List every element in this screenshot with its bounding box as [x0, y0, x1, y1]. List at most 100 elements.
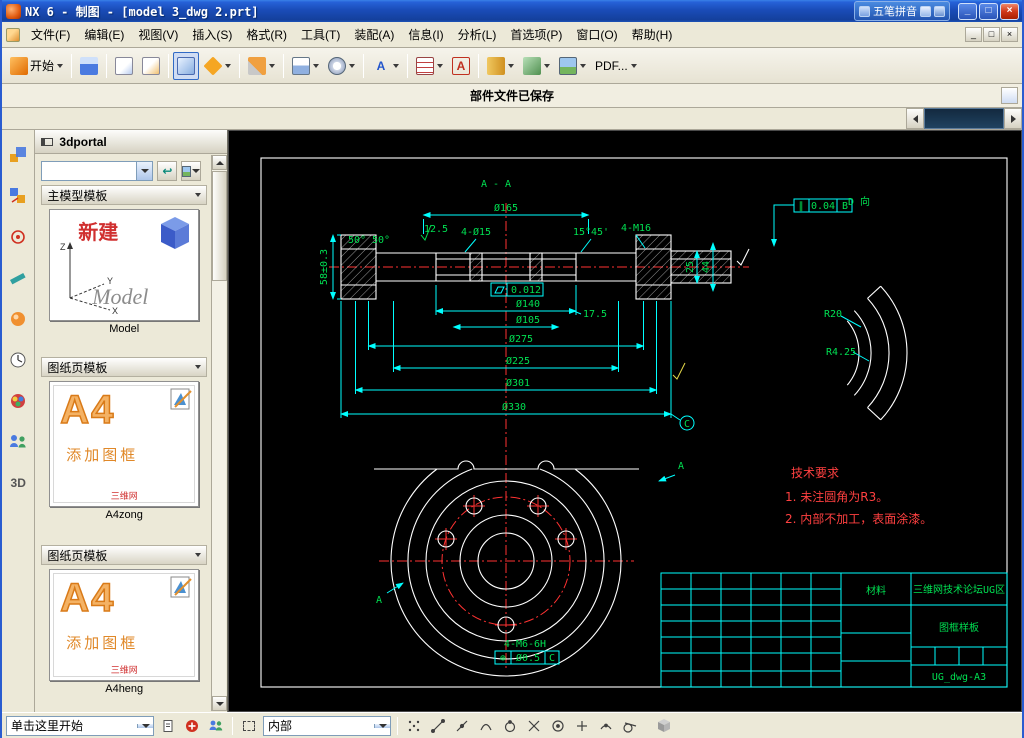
menu-help[interactable]: 帮助(H) [625, 22, 680, 47]
new-sheet-button[interactable] [111, 52, 137, 80]
template-a4heng-card[interactable]: A4 添加图框 三维网 [49, 569, 200, 681]
ime-grid-icon[interactable] [859, 5, 870, 17]
menu-edit[interactable]: 编辑(E) [77, 22, 131, 47]
fcf-pos-ref: C [549, 653, 555, 664]
curve-button[interactable] [244, 52, 279, 80]
edit-sheet-button[interactable] [138, 52, 164, 80]
pdf-button[interactable]: PDF... [591, 52, 641, 80]
palette-tab[interactable] [5, 388, 31, 414]
palette-scrollbar[interactable] [211, 155, 227, 711]
window-layout-button[interactable] [76, 52, 102, 80]
combo-arrow-button[interactable] [137, 723, 153, 728]
mdi-close-button[interactable]: × [1001, 27, 1018, 42]
snap-point-button[interactable] [572, 716, 592, 736]
menu-assemblies[interactable]: 装配(A) [347, 22, 401, 47]
dim-d275: Ø275 [509, 333, 533, 345]
sphere-icon [11, 312, 26, 326]
cue-combo[interactable]: 单击这里开始 [6, 715, 154, 736]
snap-point-on-curve-button[interactable] [596, 716, 616, 736]
palette-preview-button[interactable] [181, 161, 202, 181]
scope-combo[interactable]: 内部 [263, 715, 391, 736]
snap-endpoint-button[interactable] [428, 716, 448, 736]
menu-file[interactable]: 文件(F) [24, 22, 77, 47]
constraint-navigator-tab[interactable] [5, 183, 31, 209]
menu-information[interactable]: 信息(I) [401, 22, 450, 47]
combo-arrow-button[interactable] [136, 162, 153, 180]
prompt-corner-icon[interactable] [1001, 87, 1018, 104]
restore-button[interactable]: □ [979, 2, 998, 20]
chevron-down-icon [140, 169, 149, 173]
ime-settings-icon[interactable] [934, 5, 945, 17]
datum-button[interactable] [200, 52, 235, 80]
reuse-library-tab[interactable] [5, 265, 31, 291]
part-navigator-tab[interactable] [5, 224, 31, 250]
ime-mode-icon[interactable] [920, 5, 931, 17]
dimension-button[interactable] [483, 52, 518, 80]
section-view-button[interactable] [324, 52, 359, 80]
menu-view[interactable]: 视图(V) [131, 22, 185, 47]
drawing-canvas[interactable]: A - A Ø165 12.5 4-Ø15 15°45' 4-M16 50° 5… [229, 131, 1023, 713]
scroll-left-button[interactable] [906, 108, 924, 129]
note-button[interactable]: A [448, 52, 474, 80]
menu-analysis[interactable]: 分析(L) [451, 22, 504, 47]
palette-back-button[interactable]: ↩ [157, 161, 178, 181]
roles-button[interactable] [206, 716, 226, 736]
template-model-card[interactable]: 新建 Z X Y Model [49, 209, 200, 321]
snap-intersection-button[interactable] [524, 716, 544, 736]
chevron-down-icon [580, 63, 587, 68]
snap-midpoint-button[interactable] [452, 716, 472, 736]
palette-filter-value [42, 162, 136, 180]
start-button[interactable]: 开始 [6, 52, 67, 80]
snap-center-button[interactable] [548, 716, 568, 736]
template-a4zong-card[interactable]: A4 添加图框 三维网 [49, 381, 200, 507]
sketch-button[interactable] [173, 51, 200, 80]
module-button[interactable] [654, 716, 674, 736]
image-button[interactable] [555, 52, 590, 80]
rectangle-select-button[interactable] [239, 716, 259, 736]
scrollbar-thumb[interactable] [212, 171, 227, 281]
scroll-up-button[interactable] [212, 155, 227, 170]
chevron-down-icon [192, 169, 201, 173]
materials-tab[interactable] [5, 306, 31, 332]
pin-icon[interactable] [41, 137, 54, 146]
history-tab[interactable] [5, 347, 31, 373]
nx-app-icon[interactable] [6, 3, 21, 19]
tab-strip[interactable] [924, 108, 1004, 129]
combo-arrow-button[interactable] [374, 723, 390, 728]
surface-finish-icon [736, 248, 750, 266]
menu-format[interactable]: 格式(R) [239, 22, 294, 47]
base-view-button[interactable] [288, 52, 323, 80]
graphics-viewport[interactable]: A - A Ø165 12.5 4-Ø15 15°45' 4-M16 50° 5… [228, 130, 1022, 712]
part-file-icon[interactable] [6, 27, 20, 42]
annotation-button[interactable]: A [368, 52, 403, 80]
symbol-button[interactable] [519, 52, 554, 80]
table-button[interactable] [412, 52, 447, 80]
title-bar: NX 6 - 制图 - [model 3_dwg 2.prt] 五笔拼音 _ □… [2, 0, 1022, 22]
section-header-sheet2[interactable]: 图纸页模板 [41, 545, 207, 565]
filter-doc-button[interactable] [158, 716, 178, 736]
menu-preferences[interactable]: 首选项(P) [503, 22, 569, 47]
close-button[interactable]: × [1000, 2, 1019, 20]
palette-filter-combo[interactable] [41, 161, 154, 181]
snap-grid-button[interactable] [404, 716, 424, 736]
a4-add-label: 添加图框 [66, 635, 139, 652]
snap-tangent-button[interactable] [620, 716, 640, 736]
roles-tab[interactable] [5, 429, 31, 455]
section-header-model[interactable]: 主模型模板 [41, 185, 207, 205]
section-header-sheet1[interactable]: 图纸页模板 [41, 357, 207, 377]
ime-toolbar[interactable]: 五笔拼音 [854, 1, 950, 21]
add-selection-button[interactable] [182, 716, 202, 736]
surface-finish-icon [672, 362, 686, 380]
minimize-button[interactable]: _ [958, 2, 977, 20]
scroll-down-button[interactable] [212, 696, 227, 711]
snap-arc-button[interactable] [476, 716, 496, 736]
hd3d-tab[interactable]: 3D [5, 470, 31, 496]
assembly-navigator-tab[interactable] [5, 142, 31, 168]
mdi-restore-button[interactable]: □ [983, 27, 1000, 42]
snap-quadrant-button[interactable] [500, 716, 520, 736]
mdi-minimize-button[interactable]: _ [965, 27, 982, 42]
menu-insert[interactable]: 插入(S) [185, 22, 239, 47]
menu-window[interactable]: 窗口(O) [569, 22, 624, 47]
scroll-right-button[interactable] [1004, 108, 1022, 129]
menu-tools[interactable]: 工具(T) [294, 22, 347, 47]
